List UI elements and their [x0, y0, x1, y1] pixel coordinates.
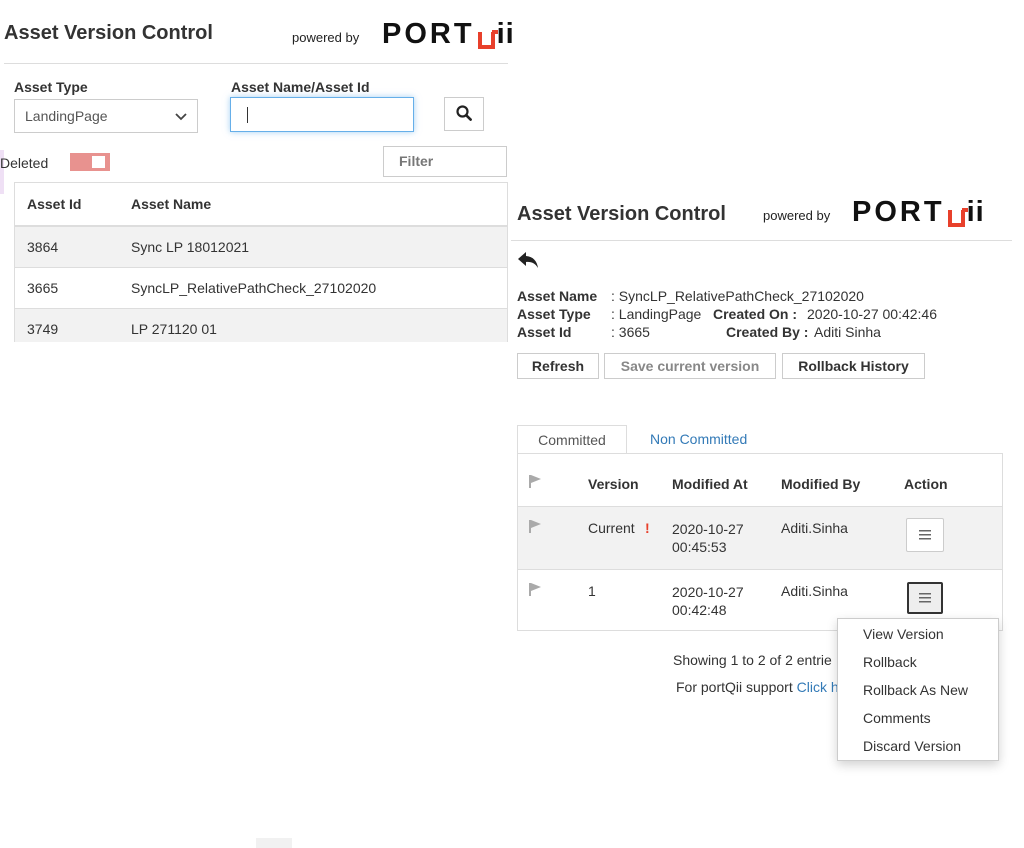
table-row[interactable]: 3665 SyncLP_RelativePathCheck_27102020	[15, 268, 507, 308]
menu-item-rollback-as-new[interactable]: Rollback As New	[838, 676, 998, 704]
left-portqii-logo: PORT ii	[382, 18, 515, 51]
modified-by-cell: Aditi.Sinha	[781, 520, 848, 536]
deleted-toggle[interactable]	[70, 153, 110, 171]
left-powered-by: powered by	[292, 30, 360, 45]
table-row[interactable]: Current ! 2020-10-27 00:45:53 Aditi.Sinh…	[518, 507, 1002, 569]
support-line: For portQii support Click he	[676, 679, 846, 695]
modified-at-cell: 2020-10-27 00:42:48	[672, 583, 744, 619]
left-page-title: Asset Version Control	[4, 22, 213, 44]
modified-time: 00:45:53	[672, 539, 727, 555]
modified-by-cell: Aditi.Sinha	[781, 583, 848, 599]
menu-item-discard-version[interactable]: Discard Version	[838, 732, 998, 760]
tab-committed[interactable]: Committed	[517, 425, 627, 454]
header-modified-at: Modified At	[672, 476, 748, 492]
filter-input[interactable]: Filter	[383, 146, 507, 177]
modified-time: 00:42:48	[672, 602, 727, 618]
table-row[interactable]: 3864 Sync LP 18012021	[15, 227, 507, 267]
detail-asset-id-value: : 3665	[611, 324, 650, 340]
logo-ii-text: ii	[966, 196, 985, 228]
asset-type-select[interactable]: LandingPage	[14, 99, 198, 133]
modified-at-cell: 2020-10-27 00:45:53	[672, 520, 744, 556]
version-cell: Current	[588, 520, 635, 536]
row-action-button[interactable]	[907, 582, 943, 614]
row-action-button[interactable]	[906, 518, 944, 552]
save-current-version-button[interactable]: Save current version	[604, 353, 776, 379]
alert-icon: !	[645, 520, 650, 536]
flag-icon	[528, 474, 542, 491]
refresh-button[interactable]: Refresh	[517, 353, 599, 379]
detail-asset-type-value: : LandingPage	[611, 306, 702, 322]
logo-q-mark-icon	[947, 208, 968, 227]
action-dropdown-menu: View Version Rollback Rollback As New Co…	[837, 618, 999, 761]
flag-icon	[528, 519, 542, 536]
right-page-title: Asset Version Control	[517, 203, 726, 225]
asset-id-cell: 3749	[27, 321, 59, 337]
logo-ii-text: ii	[496, 18, 515, 50]
asset-name-input[interactable]	[230, 97, 414, 132]
asset-table: Asset Id Asset Name 3864 Sync LP 1801202…	[14, 182, 508, 342]
bottom-stray-block	[256, 838, 292, 848]
right-powered-by: powered by	[763, 208, 831, 223]
version-cell: 1	[588, 583, 596, 599]
asset-name-cell: SyncLP_RelativePathCheck_27102020	[131, 280, 377, 296]
right-portqii-logo: PORT ii	[852, 196, 985, 229]
showing-entries-text: Showing 1 to 2 of 2 entrie	[673, 652, 832, 668]
support-text: For portQii support	[676, 679, 793, 695]
back-arrow-button[interactable]	[517, 251, 539, 272]
detail-created-on-label: Created On :	[713, 306, 798, 322]
table-row[interactable]: 3749 LP 271120 01	[15, 309, 507, 342]
header-asset-name: Asset Name	[131, 196, 212, 212]
modified-date: 2020-10-27	[672, 521, 744, 537]
header-modified-by: Modified By	[781, 476, 861, 492]
filter-placeholder: Filter	[399, 153, 434, 169]
menu-item-rollback[interactable]: Rollback	[838, 648, 998, 676]
modified-date: 2020-10-27	[672, 584, 744, 600]
menu-item-view-version[interactable]: View Version	[838, 620, 998, 648]
menu-icon	[919, 590, 931, 606]
logo-port-text: PORT	[852, 196, 945, 228]
asset-id-cell: 3864	[27, 239, 59, 255]
flag-icon	[528, 582, 542, 599]
detail-created-by-label: Created By :	[726, 324, 809, 340]
detail-asset-name-value: : SyncLP_RelativePathCheck_27102020	[611, 288, 864, 304]
logo-port-text: PORT	[382, 18, 475, 50]
asset-id-cell: 3665	[27, 280, 59, 296]
header-version: Version	[588, 476, 639, 492]
asset-type-label: Asset Type	[14, 79, 88, 95]
detail-asset-id-label: Asset Id	[517, 324, 572, 340]
search-button[interactable]	[444, 97, 484, 131]
asset-name-cell: Sync LP 18012021	[131, 239, 250, 255]
back-arrow-icon	[517, 252, 539, 272]
detail-asset-type-label: Asset Type	[517, 306, 591, 322]
asset-details: Asset Name : SyncLP_RelativePathCheck_27…	[517, 287, 987, 341]
asset-name-cell: LP 271120 01	[131, 321, 217, 337]
right-title-divider	[511, 240, 1012, 241]
search-icon	[456, 104, 472, 124]
text-cursor	[247, 107, 248, 123]
deleted-label: Deleted	[0, 155, 49, 171]
detail-asset-name-label: Asset Name	[517, 288, 598, 304]
detail-created-on-value: 2020-10-27 00:42:46	[807, 306, 937, 322]
detail-created-by-value: Aditi Sinha	[814, 324, 881, 340]
logo-q-mark-icon	[477, 30, 498, 49]
toggle-knob	[92, 156, 105, 168]
rollback-history-button[interactable]: Rollback History	[782, 353, 925, 379]
asset-type-value: LandingPage	[25, 108, 108, 124]
tab-non-committed[interactable]: Non Committed	[650, 431, 747, 447]
menu-icon	[919, 527, 931, 543]
menu-item-comments[interactable]: Comments	[838, 704, 998, 732]
asset-name-label: Asset Name/Asset Id	[231, 79, 370, 95]
header-asset-id: Asset Id	[27, 196, 82, 212]
chevron-down-icon	[175, 108, 187, 124]
left-title-divider	[4, 63, 508, 64]
header-action: Action	[904, 476, 948, 492]
versions-table: Version Modified At Modified By Action C…	[517, 453, 1003, 631]
